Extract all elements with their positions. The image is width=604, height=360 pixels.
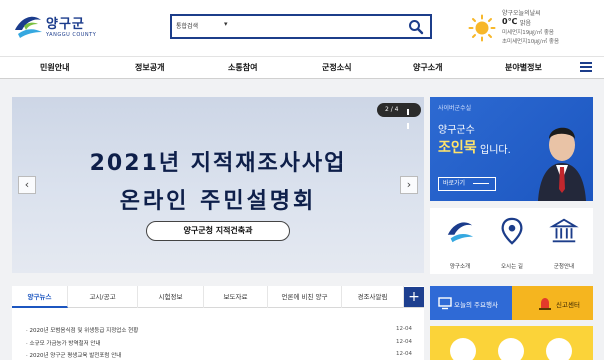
main-nav: 민원안내 정보공개 소통참여 군정소식 양구소개 분야별정보 <box>0 56 604 79</box>
news-item[interactable]: · 소규모 가금농가 방역철저 안내 12-04 <box>26 339 412 351</box>
government-building-icon <box>549 218 579 243</box>
today-events-label: 오늘의 주요행사 <box>454 301 498 309</box>
weather-widget: 양구오늘의날씨 0℃ 맑음 미세먼지19㎍/㎥ 좋음 초미세먼지10㎍/㎥ 좋음 <box>468 8 598 52</box>
search-input[interactable] <box>236 19 396 35</box>
search-scope-select[interactable]: 통합검색 <box>176 21 198 30</box>
mayor-section-label: 사이버군수실 <box>438 105 472 112</box>
nav-item-news[interactable]: 군정소식 <box>322 62 351 73</box>
tab-press[interactable]: 보도자료 <box>204 286 268 308</box>
news-item-title: 2020년 모범음식점 및 위생등급 지정업소 현황 <box>29 328 139 334</box>
logo-name: 양구군 <box>46 17 85 32</box>
hamburger-menu-icon[interactable] <box>580 62 592 72</box>
banner-pager: 2 / 4 <box>377 103 421 129</box>
site-header: 양구군 YANGGU COUNTY 통합검색 ▾ 양구오늘의날씨 0℃ 맑음 미… <box>0 0 604 56</box>
nav-item-fields[interactable]: 분야별정보 <box>505 62 542 73</box>
search-icon[interactable] <box>408 19 424 35</box>
banner-title-line1: 2021년 지적재조사사업 <box>89 151 347 176</box>
more-news-button[interactable]: + <box>404 287 424 307</box>
weather-condition: 맑음 <box>520 20 532 27</box>
main-banner[interactable]: 2021년 지적재조사사업 온라인 주민설명회 양구군청 지적건축과 ‹ › <box>12 97 424 273</box>
tab-yanggu-news[interactable]: 양구뉴스 <box>12 286 68 308</box>
report-center-label: 신고센터 <box>556 301 580 309</box>
news-item-title: 2020년 양구군 평생교육 발전포럼 안내 <box>29 353 122 359</box>
tab-notices[interactable]: 고시/공고 <box>68 286 138 308</box>
news-board: 양구뉴스 고시/공고 시험정보 보도자료 언론에 비친 양구 경조사알림 + ·… <box>12 286 424 360</box>
news-item-date: 12-04 <box>396 351 412 357</box>
weather-pm10: 미세먼지19㎍/㎥ 좋음 <box>502 30 554 36</box>
weather-temperature: 0℃ <box>502 17 518 26</box>
tab-exams[interactable]: 시험정보 <box>138 286 204 308</box>
weather-title: 양구오늘의날씨 <box>502 10 541 17</box>
site-logo[interactable]: 양구군 YANGGU COUNTY <box>12 10 102 44</box>
banner-page-counter: 2 / 4 <box>385 106 399 113</box>
news-item[interactable]: · 2020년 모범음식점 및 위생등급 지정업소 현황 12-04 <box>26 326 412 338</box>
chevron-down-icon[interactable]: ▾ <box>224 20 228 28</box>
mayor-name: 조인묵 <box>438 140 477 156</box>
banner-next-button[interactable]: › <box>400 176 418 194</box>
report-center-link[interactable]: 신고센터 <box>512 286 593 320</box>
banner-prev-button[interactable]: ‹ <box>18 176 36 194</box>
quick-link-label: 군청안내 <box>553 264 575 270</box>
nav-item-info[interactable]: 정보공개 <box>135 62 164 73</box>
mayor-portrait <box>538 127 586 201</box>
mayor-title: 양구군수 <box>438 125 475 136</box>
tab-media[interactable]: 언론에 비친 양구 <box>268 286 342 308</box>
siren-icon <box>539 298 551 310</box>
banner-department-tag: 양구군청 지적건축과 <box>146 221 290 241</box>
chat-icon[interactable] <box>450 338 476 360</box>
sun-icon <box>468 14 496 42</box>
news-tabs: 양구뉴스 고시/공고 시험정보 보도자료 언론에 비친 양구 경조사알림 + <box>12 286 424 308</box>
chevron-right-icon: › <box>406 178 412 191</box>
nav-item-civil[interactable]: 민원안내 <box>40 62 69 73</box>
quick-link-office[interactable]: 군청안내 <box>544 216 584 270</box>
nav-item-about[interactable]: 양구소개 <box>413 62 442 73</box>
logo-subtitle: YANGGU COUNTY <box>46 32 97 38</box>
mayor-card[interactable]: 사이버군수실 양구군수 조인묵 입니다. 바로가기 <box>430 97 593 201</box>
pause-icon[interactable] <box>407 107 413 129</box>
quick-link-directions[interactable]: 오시는 길 <box>492 216 532 270</box>
weather-pm25: 초미세먼지10㎍/㎥ 좋음 <box>502 39 560 45</box>
tab-family-events[interactable]: 경조사알림 <box>342 286 404 308</box>
service-icon[interactable] <box>498 338 524 360</box>
news-item[interactable]: · 2020년 양구군 평생교육 발전포럼 안내 12-04 <box>26 351 412 360</box>
quick-link-label: 양구소개 <box>449 264 471 270</box>
monitor-icon <box>438 297 452 310</box>
nav-item-participation[interactable]: 소통참여 <box>228 62 257 73</box>
today-events-link[interactable]: 오늘의 주요행사 <box>430 286 512 320</box>
plus-icon: + <box>408 289 420 305</box>
banner-title-line2: 온라인 주민설명회 <box>119 189 317 214</box>
mayor-suffix: 입니다. <box>480 145 511 156</box>
quick-links-panel: 양구소개 오시는 길 군청안내 <box>430 208 593 274</box>
quick-link-about[interactable]: 양구소개 <box>440 216 480 270</box>
quick-link-label: 오시는 길 <box>501 264 523 270</box>
map-pin-icon <box>501 217 523 245</box>
news-item-date: 12-04 <box>396 339 412 345</box>
news-item-title: 소규모 가금농가 방역철저 안내 <box>29 341 101 347</box>
mayor-goto-button[interactable]: 바로가기 <box>438 177 496 191</box>
logo-emblem-icon <box>15 16 42 38</box>
document-icon[interactable] <box>546 338 572 360</box>
search-box: 통합검색 ▾ <box>170 14 432 39</box>
side-links: 오늘의 주요행사 신고센터 <box>430 286 593 320</box>
chevron-left-icon: ‹ <box>24 178 30 191</box>
service-icons-strip <box>430 326 593 360</box>
news-item-date: 12-04 <box>396 326 412 332</box>
county-emblem-icon <box>447 222 474 243</box>
